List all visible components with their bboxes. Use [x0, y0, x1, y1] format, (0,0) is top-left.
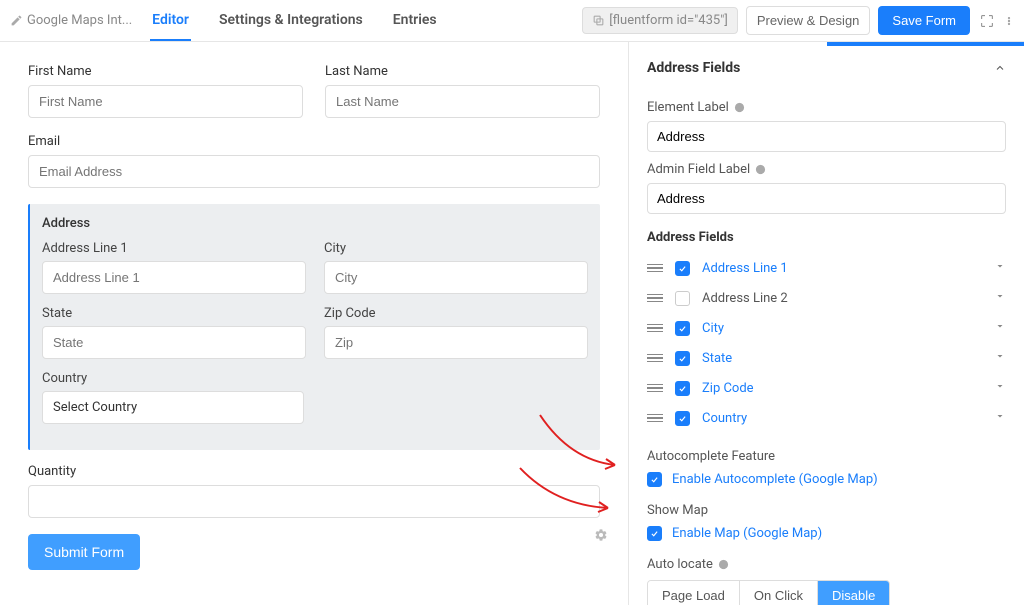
info-icon: [718, 559, 729, 570]
address-field-label: Address Line 2: [702, 291, 982, 306]
email-input[interactable]: [28, 155, 600, 188]
settings-sidebar: Address Fields Element Label Admin Field…: [628, 42, 1024, 605]
caret-down-icon[interactable]: [994, 350, 1006, 366]
state-input[interactable]: [42, 326, 306, 359]
caret-down-icon[interactable]: [994, 380, 1006, 396]
checkbox-icon[interactable]: [675, 351, 690, 366]
addr-line1-input[interactable]: [42, 261, 306, 294]
sidebar-section-header[interactable]: Address Fields: [629, 46, 1024, 86]
quantity-label: Quantity: [28, 464, 600, 479]
element-label-label: Element Label: [647, 100, 1006, 115]
tab-entries[interactable]: Entries: [391, 1, 439, 41]
drag-handle-icon[interactable]: [647, 264, 663, 273]
autolocate-button-group: Page Load On Click Disable: [647, 580, 890, 605]
caret-down-icon[interactable]: [994, 290, 1006, 306]
checkbox-icon[interactable]: [675, 291, 690, 306]
state-label: State: [42, 306, 306, 321]
drag-handle-icon[interactable]: [647, 414, 663, 423]
gear-icon[interactable]: [594, 528, 608, 546]
drag-handle-icon[interactable]: [647, 384, 663, 393]
shortcode-text: [fluentform id="435"]: [609, 13, 728, 28]
address-title: Address: [42, 216, 588, 231]
checkbox-icon[interactable]: [675, 321, 690, 336]
quantity-input[interactable]: [28, 485, 600, 518]
breadcrumb-text: Google Maps Int...: [27, 13, 132, 28]
top-bar: Google Maps Int... Editor Settings & Int…: [0, 0, 1024, 42]
showmap-title: Show Map: [647, 503, 1006, 518]
preview-button[interactable]: Preview & Design: [746, 6, 871, 35]
top-tabs: Editor Settings & Integrations Entries: [150, 1, 438, 41]
autocomplete-label: Enable Autocomplete (Google Map): [672, 472, 878, 487]
caret-down-icon[interactable]: [994, 320, 1006, 336]
email-label: Email: [28, 134, 600, 149]
address-field-row[interactable]: State: [647, 343, 1006, 373]
shortcode-chip[interactable]: [fluentform id="435"]: [582, 7, 738, 34]
submit-button[interactable]: Submit Form: [28, 534, 140, 570]
autolocate-page-load[interactable]: Page Load: [648, 581, 740, 605]
city-input[interactable]: [324, 261, 588, 294]
copy-icon: [592, 14, 605, 27]
checkbox-icon[interactable]: [675, 381, 690, 396]
tab-editor[interactable]: Editor: [150, 1, 191, 41]
save-button[interactable]: Save Form: [878, 6, 970, 35]
showmap-label: Enable Map (Google Map): [672, 526, 822, 541]
address-field-label: State: [702, 351, 982, 366]
zip-label: Zip Code: [324, 306, 588, 321]
address-field-row[interactable]: City: [647, 313, 1006, 343]
address-field-label: City: [702, 321, 982, 336]
addr-line1-label: Address Line 1: [42, 241, 306, 256]
address-field-row[interactable]: Address Line 2: [647, 283, 1006, 313]
address-field-list: Address Line 1 Address Line 2 City State Zip…: [647, 253, 1006, 433]
sidebar-section-title: Address Fields: [647, 60, 740, 76]
last-name-input[interactable]: [325, 85, 600, 118]
city-label: City: [324, 241, 588, 256]
showmap-option[interactable]: Enable Map (Google Map): [647, 526, 1006, 541]
autolocate-disable[interactable]: Disable: [818, 581, 889, 605]
drag-handle-icon[interactable]: [647, 324, 663, 333]
checkbox-icon[interactable]: [647, 472, 662, 487]
sidebar-tab-indicator: [629, 42, 1024, 46]
drag-handle-icon[interactable]: [647, 354, 663, 363]
autocomplete-title: Autocomplete Feature: [647, 449, 1006, 464]
country-select[interactable]: Select Country: [42, 391, 304, 424]
last-name-label: Last Name: [325, 64, 600, 79]
info-icon: [734, 102, 745, 113]
form-canvas: First Name Last Name Email Address Addre…: [0, 42, 628, 605]
checkbox-icon[interactable]: [675, 261, 690, 276]
autocomplete-option[interactable]: Enable Autocomplete (Google Map): [647, 472, 1006, 487]
address-field-row[interactable]: Country: [647, 403, 1006, 433]
address-field-label: Zip Code: [702, 381, 982, 396]
tab-settings[interactable]: Settings & Integrations: [217, 1, 365, 41]
address-block[interactable]: Address Address Line 1 City State Zip Co…: [28, 204, 600, 450]
breadcrumb[interactable]: Google Maps Int...: [10, 13, 132, 28]
country-label: Country: [42, 371, 304, 386]
autolocate-on-click[interactable]: On Click: [740, 581, 818, 605]
checkbox-icon[interactable]: [675, 411, 690, 426]
top-right: [fluentform id="435"] Preview & Design S…: [582, 6, 1014, 35]
more-menu-icon[interactable]: [1004, 13, 1014, 29]
address-field-label: Address Line 1: [702, 261, 982, 276]
admin-label-label: Admin Field Label: [647, 162, 1006, 177]
info-icon: [755, 164, 766, 175]
first-name-input[interactable]: [28, 85, 303, 118]
drag-handle-icon[interactable]: [647, 294, 663, 303]
address-field-row[interactable]: Address Line 1: [647, 253, 1006, 283]
caret-down-icon[interactable]: [994, 260, 1006, 276]
caret-down-icon[interactable]: [994, 410, 1006, 426]
admin-label-input[interactable]: [647, 183, 1006, 214]
address-field-label: Country: [702, 411, 982, 426]
address-field-row[interactable]: Zip Code: [647, 373, 1006, 403]
pencil-icon: [10, 14, 23, 27]
element-label-input[interactable]: [647, 121, 1006, 152]
chevron-up-icon: [994, 62, 1006, 74]
zip-input[interactable]: [324, 326, 588, 359]
main-area: First Name Last Name Email Address Addre…: [0, 42, 1024, 605]
first-name-label: First Name: [28, 64, 303, 79]
address-fields-subhead: Address Fields: [647, 230, 1006, 245]
autolocate-title: Auto locate: [647, 557, 1006, 572]
checkbox-icon[interactable]: [647, 526, 662, 541]
fullscreen-icon[interactable]: [978, 13, 996, 29]
